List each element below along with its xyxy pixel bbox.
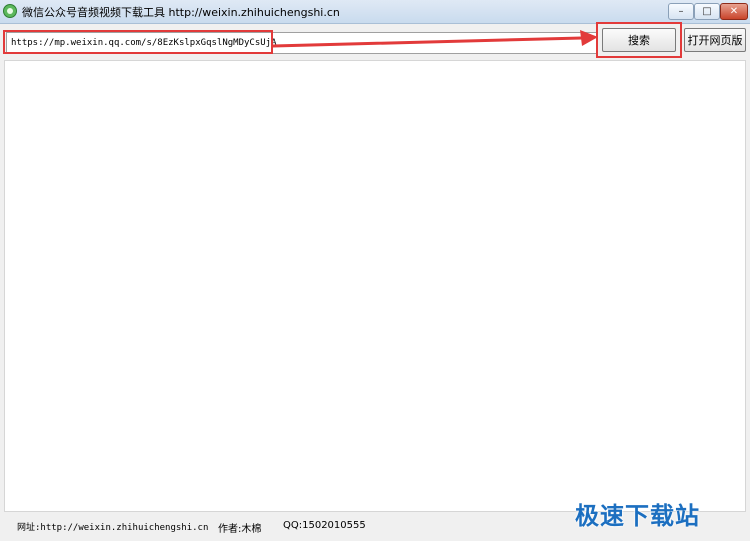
url-input[interactable] [7,33,597,53]
window-title: 微信公众号音频视频下载工具 http://weixin.zhihuichengs… [22,6,340,19]
search-button[interactable]: 搜索 [602,28,676,52]
close-button[interactable]: ✕ [720,3,748,20]
status-site: 网址:http://weixin.zhihuichengshi.cn [17,523,209,533]
status-qq: QQ:1502010555 [283,520,366,531]
status-author: 作者:木棉 [218,524,262,535]
app-icon [3,4,17,18]
content-area[interactable] [4,60,746,512]
watermark-logo: 极速下载站 [575,502,700,530]
url-field[interactable] [6,32,598,54]
close-icon: ✕ [729,5,739,17]
minimize-icon: – [678,5,684,17]
open-webpage-button[interactable]: 打开网页版 [684,28,746,52]
maximize-icon: □ [702,5,712,17]
maximize-button[interactable]: □ [694,3,720,20]
minimize-button[interactable]: – [668,3,694,20]
title-bar: 微信公众号音频视频下载工具 http://weixin.zhihuichengs… [0,0,750,24]
